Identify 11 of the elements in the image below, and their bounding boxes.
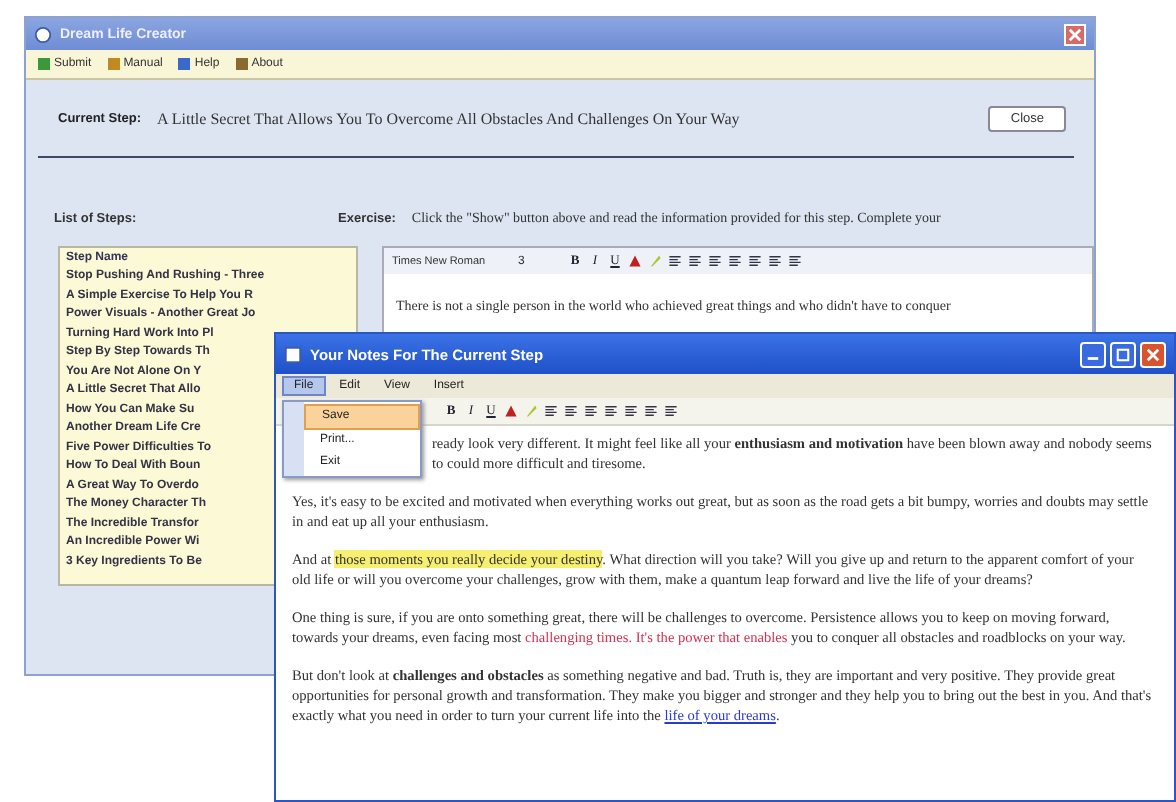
align-left-icon[interactable] (544, 404, 558, 418)
close-icon[interactable] (1140, 341, 1166, 367)
current-step-title: A Little Secret That Allows You To Overcome All Obstacles And Challenges On Your Way (157, 109, 742, 127)
font-color-icon[interactable] (504, 404, 518, 418)
align-left-icon[interactable] (668, 254, 682, 268)
app-icon (284, 345, 302, 363)
close-icon[interactable] (1064, 23, 1086, 45)
font-color-icon[interactable] (628, 254, 642, 268)
maximize-icon[interactable] (1110, 341, 1136, 367)
app-icon (34, 25, 52, 43)
minimize-icon[interactable] (1080, 341, 1106, 367)
